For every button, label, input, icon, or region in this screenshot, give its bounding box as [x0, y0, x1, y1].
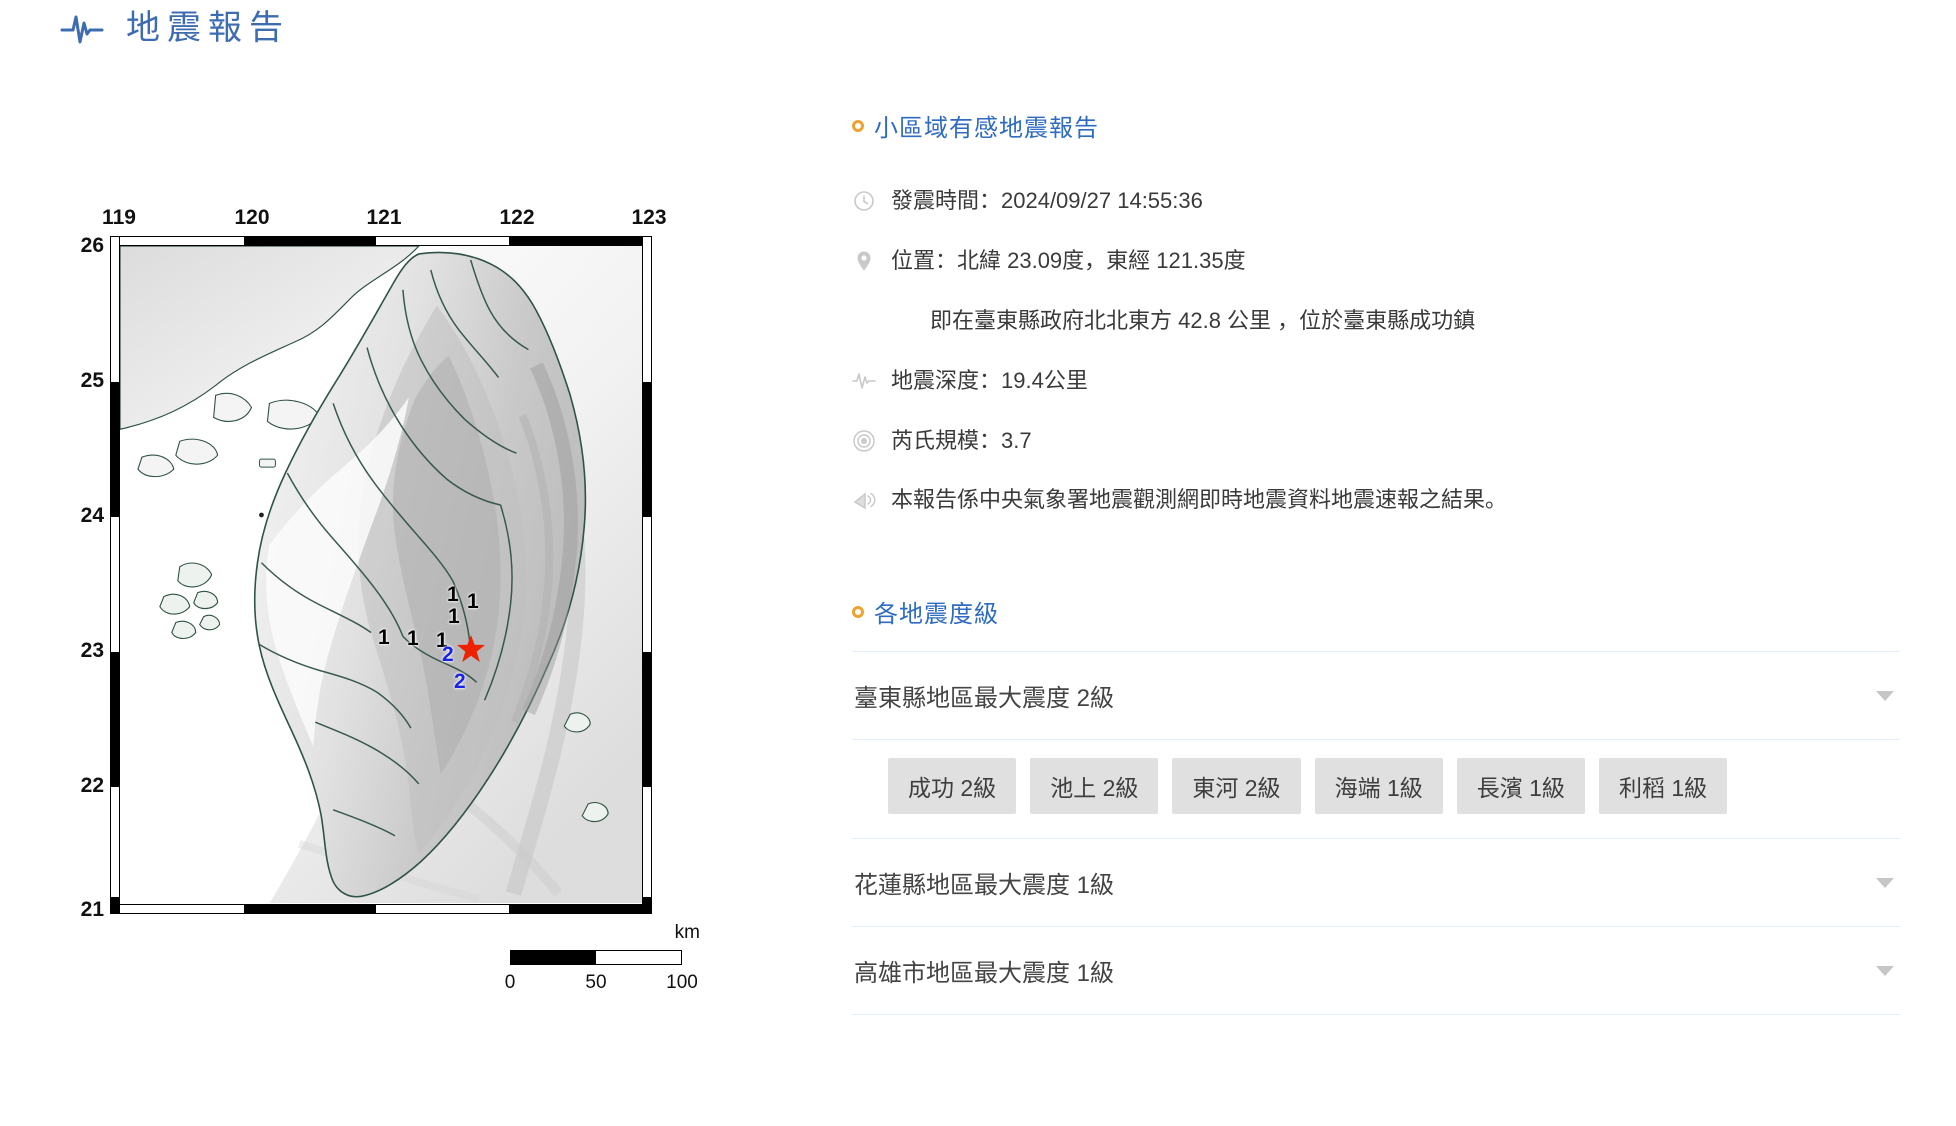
station-chip[interactable]: 池上 2級: [1030, 758, 1159, 815]
detail-text: 發震時間：2024/09/27 14:55:36: [891, 188, 1203, 213]
detail-text: 芮氏規模：3.7: [891, 427, 1032, 453]
orange-ring-icon: [852, 119, 864, 132]
map-y-tick: 25: [80, 369, 104, 392]
intensity-marker: 1: [378, 626, 390, 649]
earthquake-map[interactable]: 119 120 121 122 123 26 25 24 23 22 21 1 …: [70, 100, 800, 1050]
intensity-accordion: 臺東縣地區最大震度 2級 成功 2級 池上 2級 東河 2級 海端 1級 長濱 …: [852, 651, 1900, 1016]
report-panel: 小區域有感地震報告 發震時間：2024/09/27 14:55:36 位置：北緯…: [852, 108, 1900, 1016]
detail-row-note: 本報告係中央氣象署地震觀測網即時地震資料地震速報之結果。: [852, 484, 1900, 516]
map-x-tick: 120: [234, 206, 270, 229]
station-chip[interactable]: 利稻 1級: [1598, 758, 1728, 815]
detail-row-depth: 地震深度：19.4公里: [852, 365, 1900, 397]
chevron-down-icon[interactable]: [1876, 690, 1894, 701]
earthquake-report-page: 地震報告 119 120 121 122 123 26 25 24 23 22 …: [0, 0, 1956, 1126]
intensity-marker: 2: [454, 670, 466, 693]
station-chip-list: 成功 2級 池上 2級 東河 2級 海端 1級 長濱 1級 利稻 1級: [852, 740, 1900, 838]
intensity-marker: 2: [442, 643, 454, 666]
map-y-tick: 26: [80, 234, 104, 257]
detail-location-sub: 即在臺東縣政府北北東方 42.8 公里 ，位於臺東縣成功鎮: [930, 307, 1476, 333]
chevron-down-icon[interactable]: [1876, 965, 1894, 976]
map-y-tick: 21: [80, 898, 104, 921]
epicenter-star-icon: [457, 635, 485, 662]
scalebar-tick: 0: [504, 972, 516, 993]
radio-waves-icon: [852, 429, 876, 453]
accordion-row-hualien[interactable]: 花蓮縣地區最大震度 1級: [852, 838, 1900, 926]
station-chip[interactable]: 東河 2級: [1172, 758, 1301, 815]
station-chip[interactable]: 長濱 1級: [1456, 758, 1585, 815]
accordion-row-kaohsiung[interactable]: 高雄市地區最大震度 1級: [852, 926, 1900, 1016]
map-y-tick: 22: [80, 774, 104, 797]
map-canvas: 1 1 1 1 1 1 2 2: [120, 246, 642, 904]
map-pin-icon: [852, 249, 876, 273]
map-y-tick: 23: [80, 639, 104, 662]
accordion-label: 臺東縣地區最大震度 2級: [854, 685, 1115, 713]
scalebar-tick: 100: [666, 972, 698, 993]
intensity-marker: 1: [448, 605, 460, 628]
terrain-layer: [120, 246, 642, 904]
map-x-tick: 123: [631, 206, 667, 229]
map-frame-left-ticks: [111, 237, 120, 913]
page-title: 地震報告: [126, 9, 290, 47]
seismograph-wave-icon: [60, 8, 104, 48]
scalebar-tick: 50: [585, 972, 607, 993]
waveform-icon: [852, 369, 876, 393]
detail-row-magnitude: 芮氏規模：3.7: [852, 425, 1900, 457]
detail-row-location: 位置：北緯 23.09度，東經 121.35度: [852, 245, 1900, 277]
detail-row-time: 發震時間：2024/09/27 14:55:36: [852, 185, 1900, 217]
report-detail-list: 發震時間：2024/09/27 14:55:36 位置：北緯 23.09度，東經…: [852, 185, 1900, 516]
station-chip[interactable]: 成功 2級: [888, 758, 1017, 815]
intensity-marker: 1: [407, 627, 419, 650]
map-y-tick: 24: [80, 504, 104, 527]
intensity-marker: 1: [447, 583, 459, 606]
map-frame: 1 1 1 1 1 1 2 2: [110, 236, 652, 914]
station-chip[interactable]: 海端 1級: [1314, 758, 1443, 815]
detail-text: 地震深度：19.4公里: [891, 367, 1088, 393]
app-header: 地震報告: [60, 8, 290, 48]
chevron-down-icon[interactable]: [1876, 877, 1894, 888]
intensity-section-header: 各地震度級: [852, 594, 1900, 629]
map-frame-bottom-ticks: [111, 904, 651, 913]
scalebar-unit: km: [674, 922, 700, 943]
map-x-tick: 122: [499, 206, 535, 229]
map-frame-right-ticks: [642, 237, 651, 913]
map-x-tick: 119: [102, 206, 136, 229]
map-frame-top-ticks: [111, 237, 651, 246]
accordion-body-taitung: 成功 2級 池上 2級 東河 2級 海端 1級 長濱 1級 利稻 1級: [852, 739, 1900, 838]
intensity-section-title: 各地震度級: [874, 601, 999, 629]
scalebar-bar: [510, 950, 682, 965]
accordion-label: 花蓮縣地區最大震度 1級: [854, 872, 1115, 900]
accordion-label: 高雄市地區最大震度 1級: [854, 960, 1115, 988]
megaphone-icon: [852, 488, 876, 512]
accordion-row-taitung[interactable]: 臺東縣地區最大震度 2級: [852, 651, 1900, 739]
detail-text: 本報告係中央氣象署地震觀測網即時地震資料地震速報之結果。: [891, 487, 1508, 513]
report-section-header: 小區域有感地震報告: [852, 108, 1900, 143]
map-x-tick: 121: [366, 206, 402, 229]
clock-icon: [852, 189, 876, 213]
detail-text: 位置：北緯 23.09度，東經 121.35度: [891, 247, 1246, 273]
report-section-title: 小區域有感地震報告: [874, 115, 1099, 142]
orange-ring-icon: [852, 605, 864, 618]
intensity-marker: 1: [467, 590, 479, 613]
